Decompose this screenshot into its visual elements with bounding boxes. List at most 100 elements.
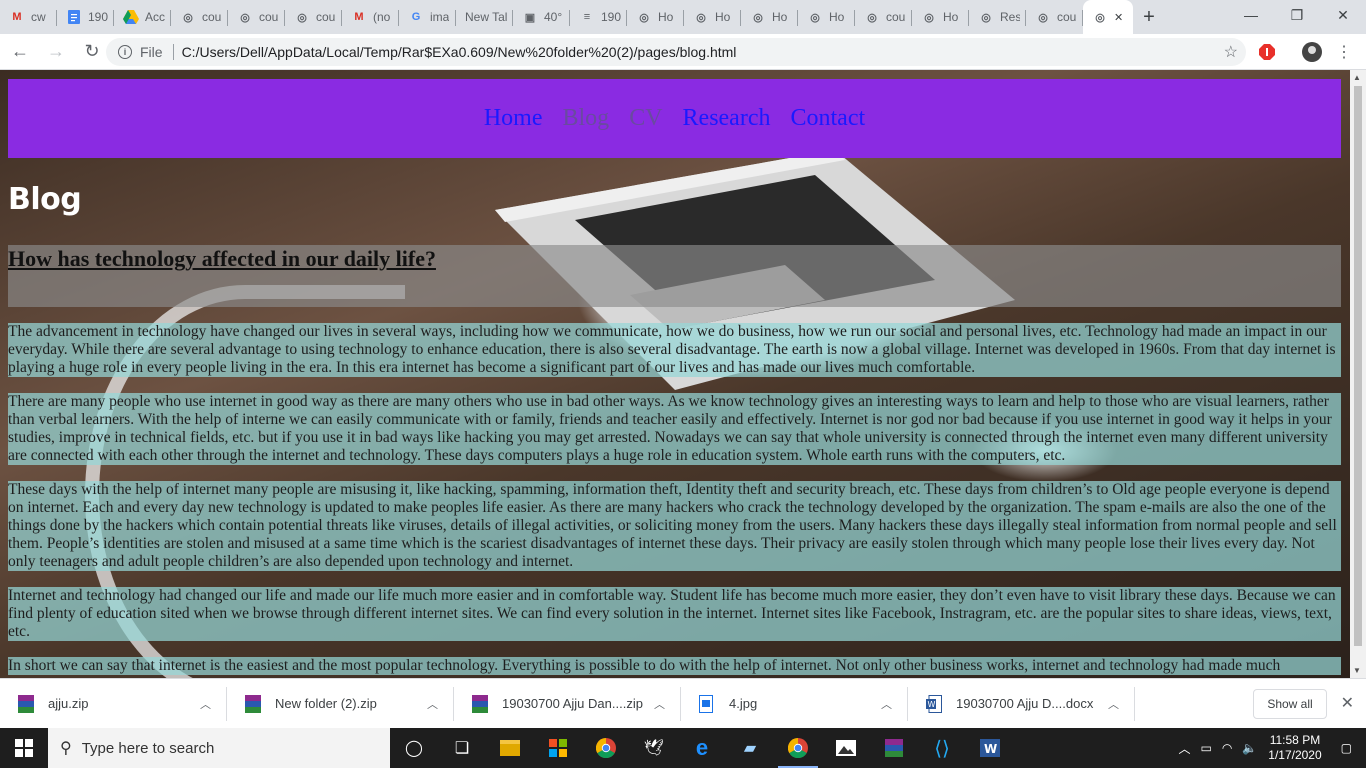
- tab[interactable]: ◎ cou: [228, 0, 285, 34]
- tab[interactable]: ◎ Res: [969, 0, 1026, 34]
- info-icon[interactable]: i: [118, 45, 132, 59]
- url-text[interactable]: C:/Users/Dell/AppData/Local/Temp/Rar$EXa…: [182, 44, 737, 60]
- download-item[interactable]: 4.jpg ︿: [681, 679, 908, 729]
- tab[interactable]: M (no: [342, 0, 399, 34]
- tab[interactable]: ◎ cou: [285, 0, 342, 34]
- file-explorer-icon[interactable]: [486, 728, 534, 768]
- close-tab-icon[interactable]: ✕: [1114, 11, 1123, 24]
- globe-icon: ◎: [183, 11, 193, 24]
- drive-icon: [123, 9, 139, 25]
- back-arrow-icon[interactable]: ←: [4, 36, 36, 68]
- globe-icon: ◎: [867, 11, 877, 24]
- tab[interactable]: ◎ Ho: [798, 0, 855, 34]
- notifications-icon[interactable]: ▢: [1341, 741, 1352, 755]
- volume-icon[interactable]: 🔈: [1242, 741, 1257, 755]
- tab-strip: Mcw 190 Acc ◎ cou ◎ cou ◎ cou M (no Gima New…: [0, 0, 1366, 34]
- download-filename: 19030700 Ajju Dan....zip: [502, 696, 643, 711]
- winrar-icon: [245, 694, 261, 713]
- scroll-down-icon[interactable]: ▼: [1353, 666, 1361, 675]
- gmail-icon: M: [12, 11, 22, 23]
- chevron-up-icon[interactable]: ︿: [1178, 740, 1190, 757]
- page-viewport: Home Blog CV Research Contact Blog How h…: [0, 70, 1350, 678]
- tab[interactable]: ◎ cou: [171, 0, 228, 34]
- site-nav: Home Blog CV Research Contact: [8, 79, 1341, 158]
- chrome-active-icon[interactable]: [774, 728, 822, 768]
- nav-link-home[interactable]: Home: [484, 105, 543, 132]
- vscode-icon[interactable]: ⟨⟩: [918, 728, 966, 768]
- new-tab-button[interactable]: +: [1133, 0, 1165, 34]
- chevron-up-icon[interactable]: ︿: [200, 696, 211, 712]
- globe-icon: ◎: [1095, 11, 1105, 24]
- cortana-icon[interactable]: ◯: [390, 728, 438, 768]
- chevron-up-icon[interactable]: ︿: [1108, 696, 1119, 712]
- browser-toolbar: ← → ↻ i File C:/Users/Dell/AppData/Local…: [0, 34, 1366, 70]
- nav-link-contact[interactable]: Contact: [790, 105, 865, 132]
- tab[interactable]: ◎ Ho: [912, 0, 969, 34]
- tab[interactable]: ▣ 40°: [513, 0, 570, 34]
- nav-link-blog[interactable]: Blog: [563, 105, 610, 132]
- windows-taskbar: ⚲ Type here to search ◯ ❏ 🕊 e ▰ ⟨⟩ W ︿ ▭…: [0, 728, 1366, 768]
- clock-time: 11:58 PM: [1269, 733, 1321, 747]
- tab[interactable]: Mcw: [0, 0, 57, 34]
- globe-icon: ◎: [696, 11, 706, 24]
- tab[interactable]: ◎ Ho: [627, 0, 684, 34]
- tab[interactable]: Acc: [114, 0, 171, 34]
- blog-paragraph: There are many people who use internet i…: [8, 393, 1341, 465]
- chevron-up-icon[interactable]: ︿: [881, 696, 892, 712]
- menu-kebab-icon[interactable]: ⋮: [1334, 42, 1354, 62]
- maximize-icon[interactable]: ❐: [1274, 0, 1320, 30]
- battery-icon[interactable]: ▭: [1200, 741, 1211, 755]
- download-bar: ajju.zip ︿ New folder (2).zip ︿ 19030700…: [0, 678, 1366, 728]
- address-bar[interactable]: i File C:/Users/Dell/AppData/Local/Temp/…: [106, 38, 1246, 66]
- globe-icon: ◎: [297, 11, 307, 24]
- close-download-bar-icon[interactable]: ✕: [1341, 693, 1354, 713]
- tab[interactable]: ≡ 190: [570, 0, 627, 34]
- tab[interactable]: ◎ cou: [855, 0, 912, 34]
- taskbar-search[interactable]: ⚲ Type here to search: [48, 728, 390, 768]
- gmail-icon: M: [354, 11, 364, 23]
- app-tool-icon[interactable]: ▰: [726, 728, 774, 768]
- scroll-up-icon[interactable]: ▲: [1353, 73, 1361, 82]
- winrar-icon: [18, 694, 34, 713]
- tab[interactable]: ◎ Ho: [741, 0, 798, 34]
- nav-link-research[interactable]: Research: [683, 105, 771, 132]
- tab[interactable]: ◎ Ho: [684, 0, 741, 34]
- photos-icon[interactable]: [822, 728, 870, 768]
- chrome-icon[interactable]: [582, 728, 630, 768]
- adblock-extension-icon[interactable]: [1257, 42, 1277, 62]
- tab[interactable]: ◎ cou: [1026, 0, 1083, 34]
- download-filename: 19030700 Ajju D....docx: [956, 696, 1094, 711]
- download-item[interactable]: ajju.zip ︿: [0, 679, 227, 729]
- task-view-icon[interactable]: ❏: [438, 728, 486, 768]
- download-item[interactable]: 19030700 Ajju Dan....zip ︿: [454, 679, 681, 729]
- avatar[interactable]: [1302, 42, 1322, 62]
- chevron-up-icon[interactable]: ︿: [654, 696, 665, 712]
- clock-date: 1/17/2020: [1268, 748, 1322, 762]
- windows-start-icon[interactable]: [0, 728, 48, 768]
- forward-arrow-icon[interactable]: →: [40, 36, 72, 68]
- tab[interactable]: 190: [57, 0, 114, 34]
- clock[interactable]: 11:58 PM 1/17/2020: [1268, 733, 1321, 763]
- tab[interactable]: New Tal: [456, 0, 513, 34]
- wifi-icon[interactable]: ◠: [1222, 741, 1232, 755]
- show-all-button[interactable]: Show all: [1253, 689, 1327, 719]
- download-item[interactable]: New folder (2).zip ︿: [227, 679, 454, 729]
- globe-icon: ◎: [924, 11, 934, 24]
- chevron-up-icon[interactable]: ︿: [427, 696, 438, 712]
- store-icon[interactable]: [534, 728, 582, 768]
- minimize-icon[interactable]: —: [1228, 0, 1274, 30]
- bookmark-star-icon[interactable]: ☆: [1224, 42, 1238, 62]
- tab[interactable]: Gima: [399, 0, 456, 34]
- word-icon[interactable]: W: [966, 728, 1014, 768]
- globe-icon: ◎: [753, 11, 763, 24]
- winrar-icon[interactable]: [870, 728, 918, 768]
- tab-active[interactable]: ◎ ✕: [1083, 0, 1133, 34]
- app-bird-icon[interactable]: 🕊: [630, 728, 678, 768]
- reload-icon[interactable]: ↻: [76, 36, 108, 68]
- close-window-icon[interactable]: ✕: [1320, 0, 1366, 30]
- scrollbar-thumb[interactable]: [1354, 86, 1362, 646]
- nav-link-cv[interactable]: CV: [629, 105, 662, 132]
- download-item[interactable]: W 19030700 Ajju D....docx ︿: [908, 679, 1135, 729]
- edge-icon[interactable]: e: [678, 728, 726, 768]
- vertical-scrollbar[interactable]: ▲ ▼: [1350, 70, 1366, 678]
